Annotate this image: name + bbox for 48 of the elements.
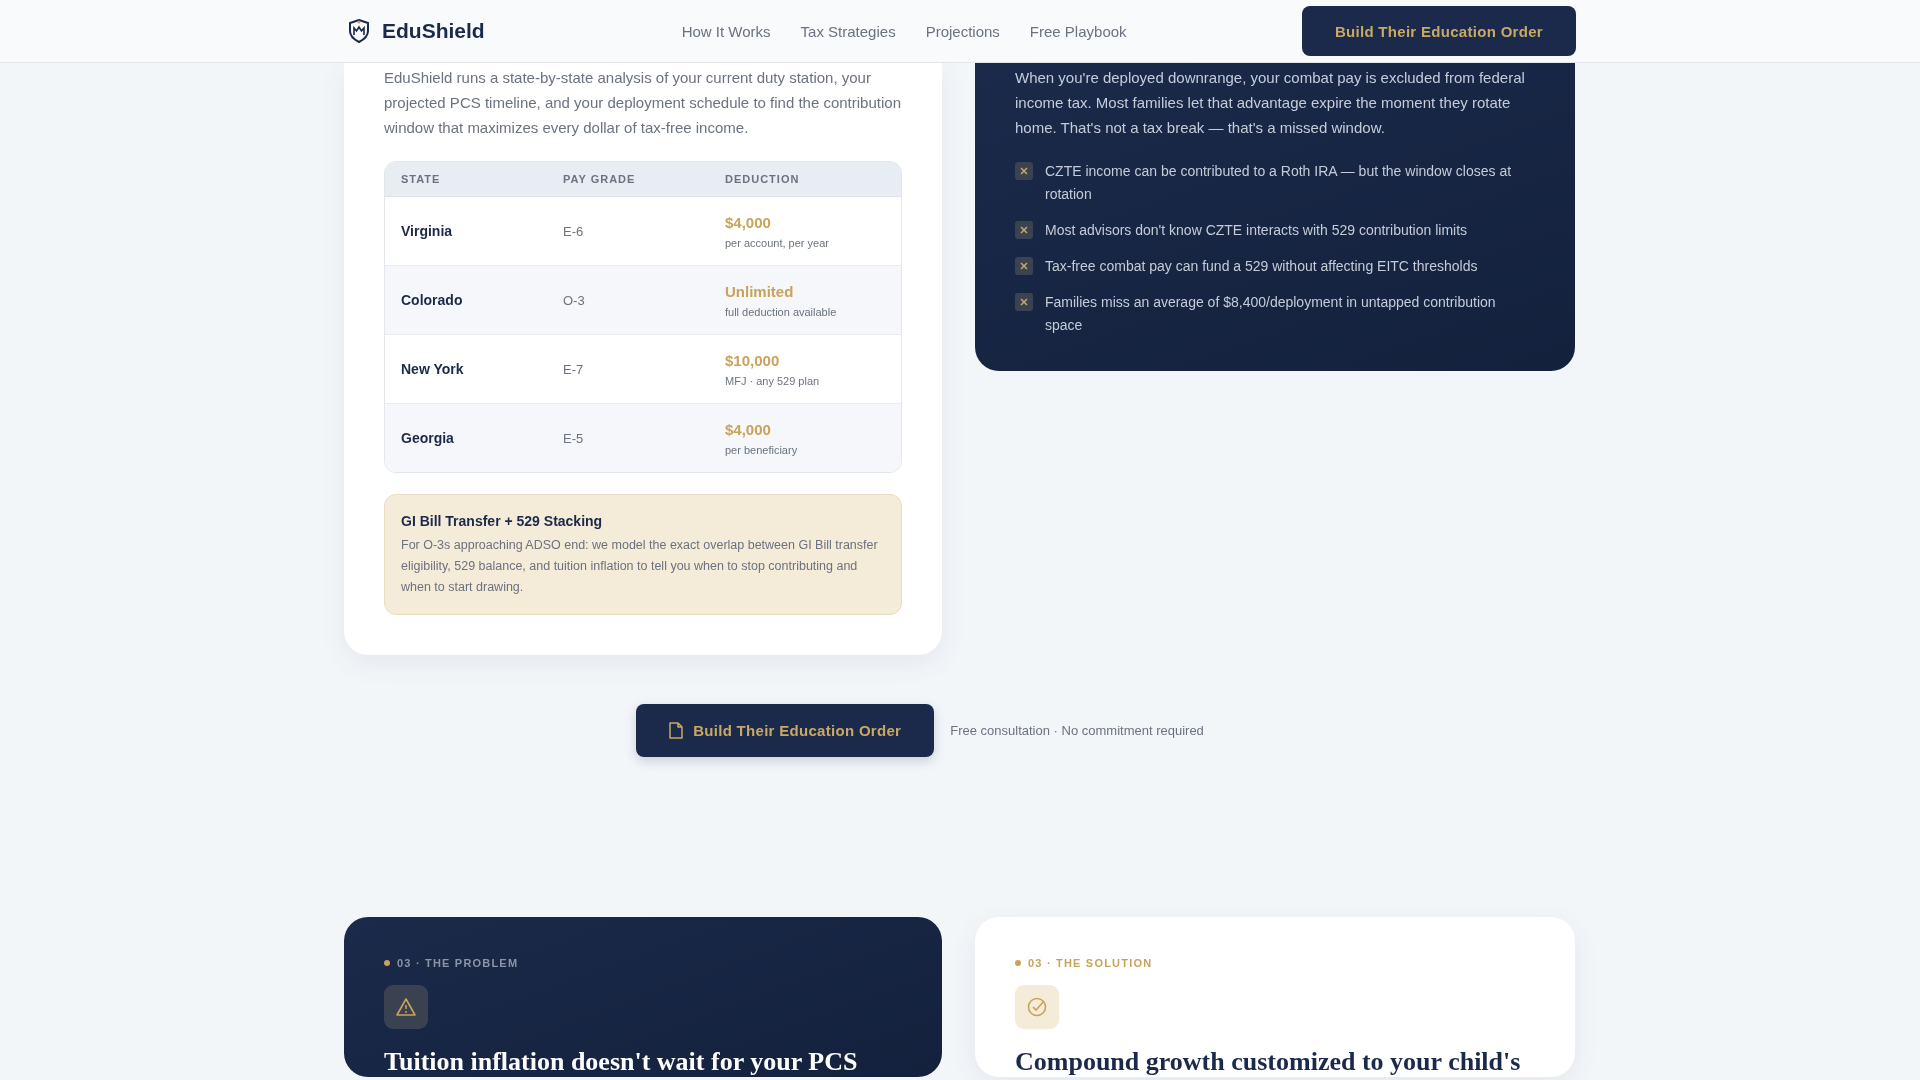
pay-grade: E-5 — [563, 430, 585, 446]
pay-grade: E-6 — [563, 223, 585, 239]
bullet-dot — [384, 960, 390, 966]
pay-grade: E-7 — [563, 361, 585, 377]
deduction-amount: $4,000 — [725, 213, 772, 231]
intro-paragraph: When you're deployed downrange, your combat pay is excluded from federal income tax. Most families let that advantage expire the moment they rotate home. That's not a tax break — that's a missed window. — [1015, 68, 1526, 138]
cta-note: Free consultation · No commitment required — [950, 723, 1204, 738]
cta-button[interactable]: Build Their Education Order — [636, 704, 935, 757]
section-label: 03 · THE PROBLEM — [397, 957, 519, 969]
list-item-text: CZTE income can be contributed to a Roth IRA — but the window closes at rotation — [1045, 162, 1513, 204]
nav-link[interactable]: How It Works — [681, 22, 771, 40]
pay-grade: O-3 — [563, 292, 586, 308]
section-heading: Compound growth customized to your child's — [1015, 1047, 1522, 1077]
deduction-amount: $4,000 — [725, 420, 772, 438]
x-mark-icon — [1015, 221, 1033, 239]
section-label: 03 · THE SOLUTION — [1028, 957, 1153, 969]
bullet-dot — [1015, 960, 1021, 966]
deduction-note: full deduction available — [725, 305, 838, 318]
intro-paragraph: EduShield runs a state-by-state analysis of your current duty station, your projected PCS timeline, and your deployment schedule to find the contribution window that maximizes every dollar of tax-free income. — [384, 68, 902, 138]
callout-text: For O-3s approaching ADSO end: we model the exact overlap between GI Bill transfer eligibility, 529 balance, and tuition inflation to tell you when to stop contributing and when to start drawing. — [401, 537, 879, 596]
state-name: Virginia — [401, 223, 454, 239]
brand-name[interactable]: EduShield — [382, 19, 485, 43]
nav-link[interactable]: Free Playbook — [1029, 22, 1127, 40]
column-header: DEDUCTION — [725, 173, 801, 185]
shield-logo-icon — [348, 19, 370, 43]
state-name: New York — [401, 361, 465, 377]
document-icon — [669, 722, 684, 739]
cta-button[interactable]: Build Their Education Order — [1301, 6, 1576, 56]
section-heading: Tuition inflation doesn't wait for your PCS — [384, 1047, 859, 1077]
column-header: STATE — [401, 173, 442, 185]
nav-link[interactable]: Tax Strategies — [800, 22, 896, 40]
x-mark-icon — [1015, 293, 1033, 311]
deduction-note: per beneficiary — [725, 443, 799, 456]
deduction-note: MFJ · any 529 plan — [725, 374, 821, 387]
warning-icon — [384, 985, 428, 1029]
state-name: Colorado — [401, 292, 464, 308]
state-name: Georgia — [401, 430, 455, 446]
x-mark-icon — [1015, 257, 1033, 275]
deduction-amount: Unlimited — [725, 282, 795, 300]
list-item-text: Families miss an average of $8,400/deployment in untapped contribution space — [1045, 293, 1497, 335]
deduction-amount: $10,000 — [725, 351, 781, 369]
list-item-text: Most advisors don't know CZTE interacts with 529 contribution limits — [1045, 221, 1468, 240]
nav-link[interactable]: Projections — [925, 22, 1000, 40]
callout-title: GI Bill Transfer + 529 Stacking — [401, 513, 604, 529]
column-header: PAY GRADE — [563, 173, 637, 185]
list-item-text: Tax-free combat pay can fund a 529 without affecting EITC thresholds — [1045, 257, 1478, 276]
deduction-note: per account, per year — [725, 236, 830, 249]
x-mark-icon — [1015, 162, 1033, 180]
